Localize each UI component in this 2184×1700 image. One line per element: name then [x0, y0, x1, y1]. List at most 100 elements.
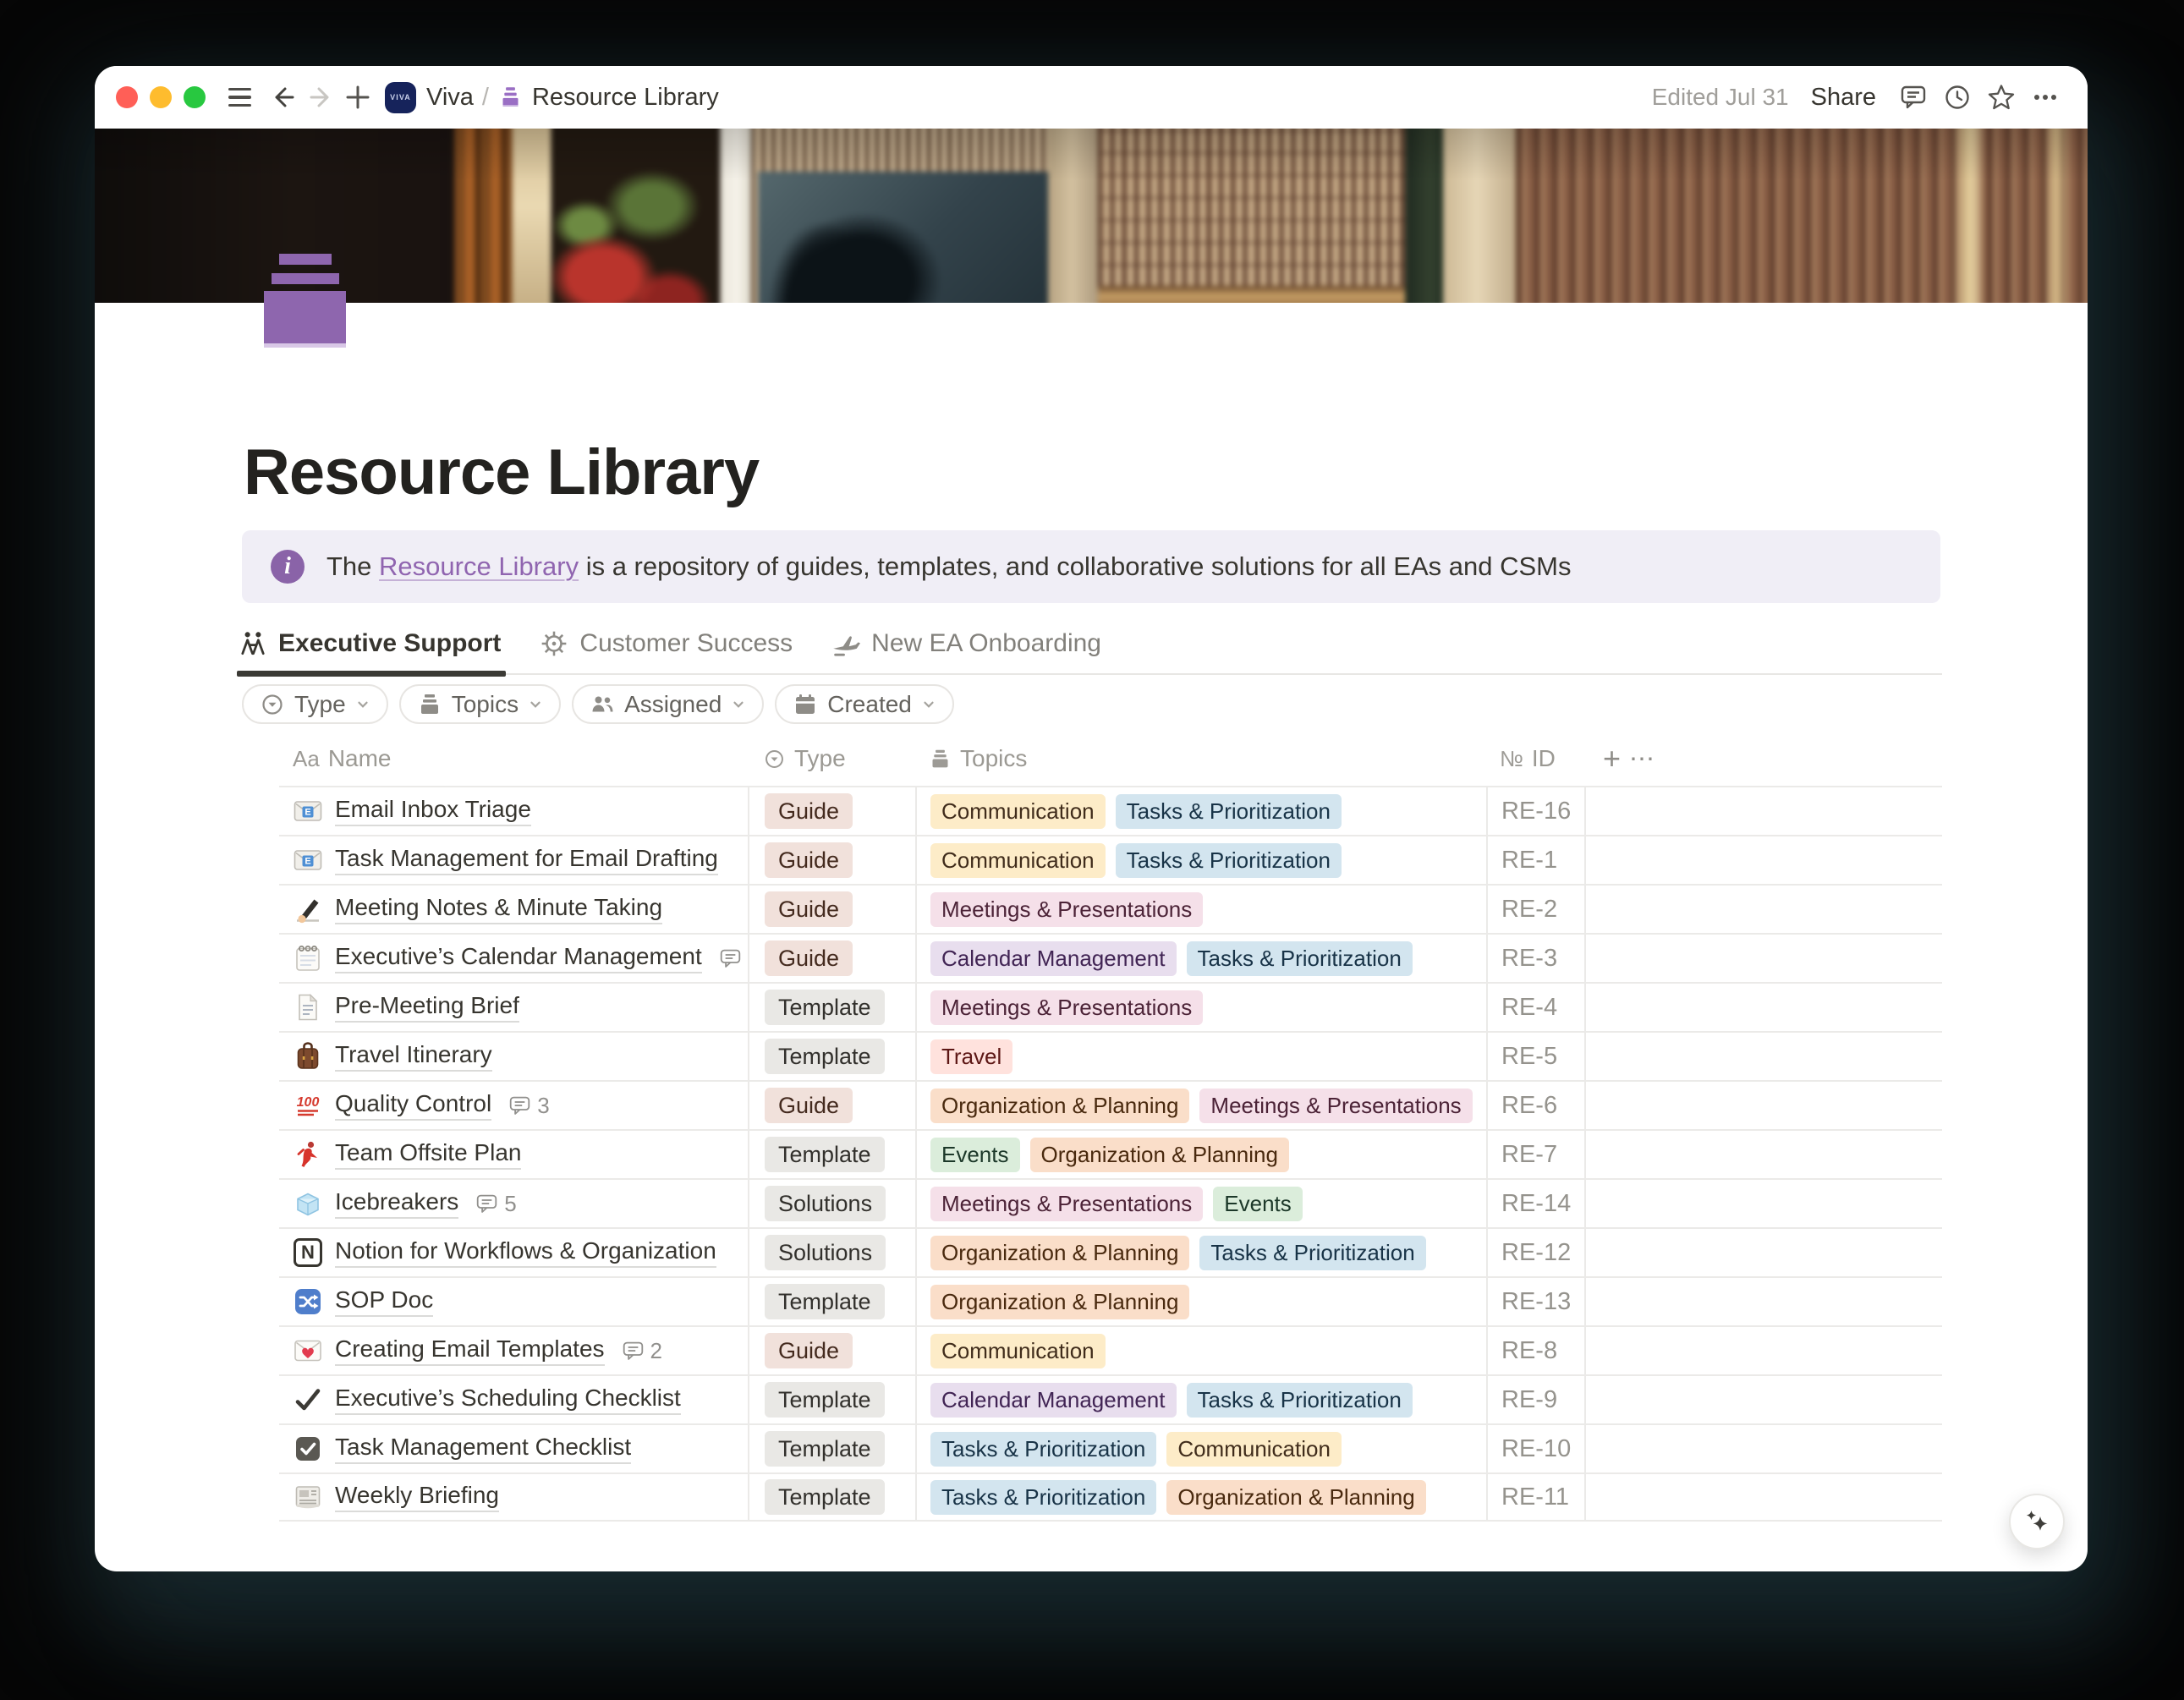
- topic-pill[interactable]: Meetings & Presentations: [930, 892, 1203, 927]
- row-name-link[interactable]: Executive’s Scheduling Checklist: [335, 1385, 681, 1415]
- type-badge[interactable]: Template: [765, 990, 885, 1025]
- tab-customer-success[interactable]: Customer Success: [540, 614, 793, 673]
- back-button[interactable]: [265, 79, 302, 116]
- comment-indicator[interactable]: 5: [475, 1191, 516, 1217]
- filter-assigned[interactable]: Assigned: [572, 684, 764, 724]
- topic-pill[interactable]: Communication: [1166, 1432, 1342, 1467]
- row-name-link[interactable]: Email Inbox Triage: [335, 796, 531, 826]
- filter-created[interactable]: Created: [775, 684, 954, 724]
- topic-pill[interactable]: Tasks & Prioritization: [930, 1480, 1156, 1515]
- table-row[interactable]: Weekly Briefing Template Tasks & Priorit…: [279, 1472, 1942, 1522]
- column-header-id[interactable]: № ID: [1486, 745, 1584, 772]
- table-row[interactable]: E Email Inbox Triage Guide Communication…: [279, 786, 1942, 835]
- comment-indicator[interactable]: 1: [719, 946, 748, 972]
- row-name-link[interactable]: Task Management Checklist: [335, 1434, 631, 1464]
- topic-pill[interactable]: Calendar Management: [930, 1383, 1177, 1418]
- column-header-name[interactable]: Aa Name: [279, 745, 748, 772]
- row-name-link[interactable]: Notion for Workflows & Organization: [335, 1237, 716, 1268]
- topic-pill[interactable]: Meetings & Presentations: [930, 1187, 1203, 1221]
- row-name-link[interactable]: Team Offsite Plan: [335, 1139, 521, 1170]
- tab-new-ea-onboarding[interactable]: New EA Onboarding: [831, 614, 1101, 673]
- sidebar-toggle-button[interactable]: [221, 79, 258, 116]
- table-row[interactable]: 100 Quality Control 3 Guide Organization…: [279, 1080, 1942, 1129]
- topic-pill[interactable]: Meetings & Presentations: [1199, 1089, 1472, 1123]
- minimize-button[interactable]: [150, 86, 172, 108]
- topic-pill[interactable]: Tasks & Prioritization: [1187, 1383, 1413, 1418]
- favorite-button[interactable]: [1983, 79, 2020, 116]
- row-name-link[interactable]: Quality Control: [335, 1090, 491, 1121]
- workspace-logo[interactable]: VIVA: [385, 82, 416, 113]
- topic-pill[interactable]: Tasks & Prioritization: [1187, 941, 1413, 976]
- topic-pill[interactable]: Travel: [930, 1039, 1012, 1074]
- table-row[interactable]: Meeting Notes & Minute Taking Guide Meet…: [279, 884, 1942, 933]
- type-badge[interactable]: Guide: [765, 1088, 853, 1123]
- type-badge[interactable]: Guide: [765, 793, 853, 829]
- table-row[interactable]: Pre-Meeting Brief Template Meetings & Pr…: [279, 982, 1942, 1031]
- type-badge[interactable]: Template: [765, 1137, 885, 1172]
- topic-pill[interactable]: Meetings & Presentations: [930, 990, 1203, 1025]
- topic-pill[interactable]: Organization & Planning: [930, 1285, 1189, 1319]
- type-badge[interactable]: Template: [765, 1382, 885, 1418]
- table-row[interactable]: Team Offsite Plan Template Events Organi…: [279, 1129, 1942, 1178]
- table-row[interactable]: SOP Doc Template Organization & Planning…: [279, 1276, 1942, 1325]
- topic-pill[interactable]: Communication: [930, 794, 1106, 829]
- filter-topics[interactable]: Topics: [399, 684, 561, 724]
- topic-pill[interactable]: Events: [1213, 1187, 1303, 1221]
- filter-type[interactable]: Type: [242, 684, 388, 724]
- topic-pill[interactable]: Tasks & Prioritization: [930, 1432, 1156, 1467]
- row-name-link[interactable]: Meeting Notes & Minute Taking: [335, 894, 662, 924]
- type-badge[interactable]: Template: [765, 1284, 885, 1319]
- comment-indicator[interactable]: 3: [508, 1093, 549, 1119]
- type-badge[interactable]: Guide: [765, 1333, 853, 1368]
- type-badge[interactable]: Template: [765, 1039, 885, 1074]
- type-badge[interactable]: Template: [765, 1479, 885, 1515]
- row-name-link[interactable]: SOP Doc: [335, 1286, 433, 1317]
- comments-button[interactable]: [1895, 79, 1932, 116]
- type-badge[interactable]: Guide: [765, 891, 853, 927]
- type-badge[interactable]: Guide: [765, 842, 853, 878]
- row-name-link[interactable]: Executive’s Calendar Management: [335, 943, 702, 973]
- row-name-link[interactable]: Icebreakers: [335, 1188, 458, 1219]
- table-more-button[interactable]: ⋯: [1629, 744, 1656, 774]
- table-row[interactable]: Travel Itinerary Template Travel RE-5: [279, 1031, 1942, 1080]
- column-header-topics[interactable]: Topics: [915, 745, 1486, 772]
- table-row[interactable]: Task Management Checklist Template Tasks…: [279, 1423, 1942, 1472]
- page-icon-archive[interactable]: [264, 254, 346, 344]
- type-badge[interactable]: Template: [765, 1431, 885, 1467]
- row-name-link[interactable]: Creating Email Templates: [335, 1335, 605, 1366]
- topic-pill[interactable]: Tasks & Prioritization: [1199, 1236, 1425, 1270]
- row-name-link[interactable]: Task Management for Email Drafting: [335, 845, 718, 875]
- new-tab-button[interactable]: [339, 79, 376, 116]
- row-name-link[interactable]: Travel Itinerary: [335, 1041, 492, 1072]
- breadcrumb-workspace[interactable]: Viva: [426, 84, 474, 112]
- table-row[interactable]: N Notion for Workflows & Organization So…: [279, 1227, 1942, 1276]
- zoom-button[interactable]: [184, 86, 206, 108]
- ai-assistant-button[interactable]: [2009, 1494, 2065, 1549]
- topic-pill[interactable]: Tasks & Prioritization: [1116, 794, 1342, 829]
- callout-link[interactable]: Resource Library: [379, 551, 579, 581]
- topic-pill[interactable]: Organization & Planning: [1166, 1480, 1425, 1515]
- topic-pill[interactable]: Communication: [930, 1334, 1106, 1368]
- topic-pill[interactable]: Events: [930, 1138, 1020, 1172]
- share-button[interactable]: Share: [1811, 84, 1876, 112]
- comment-indicator[interactable]: 2: [622, 1338, 662, 1364]
- close-button[interactable]: [116, 86, 138, 108]
- topic-pill[interactable]: Organization & Planning: [930, 1089, 1189, 1123]
- add-column-button[interactable]: +: [1603, 743, 1621, 774]
- history-button[interactable]: [1939, 79, 1976, 116]
- breadcrumb-page[interactable]: Resource Library: [532, 84, 719, 112]
- table-row[interactable]: Creating Email Templates 2 Guide Communi…: [279, 1325, 1942, 1374]
- type-badge[interactable]: Solutions: [765, 1186, 886, 1221]
- type-badge[interactable]: Solutions: [765, 1235, 886, 1270]
- more-button[interactable]: [2027, 79, 2064, 116]
- table-row[interactable]: Executive’s Scheduling Checklist Templat…: [279, 1374, 1942, 1423]
- topic-pill[interactable]: Communication: [930, 843, 1106, 878]
- tab-executive-support[interactable]: Executive Support: [239, 614, 501, 673]
- table-row[interactable]: Executive’s Calendar Management 1 Guide …: [279, 933, 1942, 982]
- forward-button[interactable]: [302, 79, 339, 116]
- type-badge[interactable]: Guide: [765, 940, 853, 976]
- table-row[interactable]: E Task Management for Email Drafting Gui…: [279, 835, 1942, 884]
- table-row[interactable]: Icebreakers 5 Solutions Meetings & Prese…: [279, 1178, 1942, 1227]
- row-name-link[interactable]: Weekly Briefing: [335, 1482, 499, 1512]
- column-header-type[interactable]: Type: [748, 745, 915, 772]
